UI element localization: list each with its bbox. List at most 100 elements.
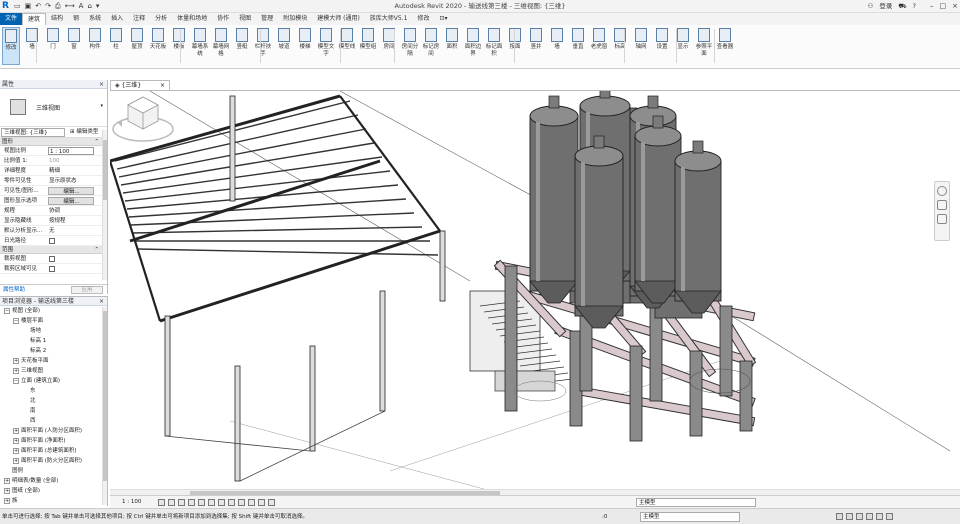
- property-value[interactable]: [48, 265, 94, 273]
- tab-6[interactable]: 注释: [128, 13, 150, 25]
- section-graphics[interactable]: 图形 ⌃: [0, 138, 107, 146]
- chevron-down-icon[interactable]: ▾: [100, 103, 103, 109]
- expand-icon[interactable]: +: [4, 497, 10, 504]
- ribbon-button-30[interactable]: 轴网: [632, 27, 650, 65]
- browser-node[interactable]: + 图纸 (全部): [0, 486, 107, 496]
- zoom-icon[interactable]: [937, 200, 947, 210]
- ribbon-button-3[interactable]: 窗: [65, 27, 83, 65]
- tab-7[interactable]: 分析: [150, 13, 172, 25]
- expand-icon[interactable]: +: [13, 367, 19, 374]
- select-by-face-icon[interactable]: [866, 513, 873, 520]
- ribbon-button-2[interactable]: 门: [44, 27, 62, 65]
- ribbon-button-22[interactable]: 面积边界: [464, 27, 482, 65]
- browser-node[interactable]: + 面积平面 (总建筑面积): [0, 446, 107, 456]
- property-value[interactable]: [48, 255, 94, 263]
- help-icon[interactable]: ?: [913, 0, 916, 13]
- expand-icon[interactable]: +: [13, 457, 19, 464]
- ribbon-button-9[interactable]: 幕墙系统: [191, 27, 209, 65]
- property-value[interactable]: 100: [48, 157, 94, 165]
- ribbon-button-26[interactable]: 墙: [548, 27, 566, 65]
- ribbon-button-19[interactable]: 房间分隔: [401, 27, 419, 65]
- tab-1[interactable]: 建筑: [22, 13, 47, 25]
- filter-icon[interactable]: [886, 513, 893, 520]
- ribbon-button-27[interactable]: 垂直: [569, 27, 587, 65]
- crop-region-icon[interactable]: [218, 499, 225, 506]
- ribbon-button-5[interactable]: 柱: [107, 27, 125, 65]
- visual-style-icon[interactable]: [168, 499, 175, 506]
- select-links-icon[interactable]: [836, 513, 843, 520]
- browser-node[interactable]: 东: [0, 386, 107, 396]
- edit-type-button[interactable]: ⊞ 编辑类型: [70, 127, 98, 138]
- collapse-icon[interactable]: ⌃: [94, 246, 99, 254]
- browser-node[interactable]: + 明细表/数量 (全部): [0, 476, 107, 486]
- ribbon-button-24[interactable]: 按面: [506, 27, 524, 65]
- ribbon-button-29[interactable]: 标高: [611, 27, 629, 65]
- close-icon[interactable]: ×: [99, 297, 104, 306]
- ribbon-button-23[interactable]: 标记面积: [485, 27, 503, 65]
- analysis-display-icon[interactable]: [268, 499, 275, 506]
- shadows-icon[interactable]: [188, 499, 195, 506]
- ribbon-button-33[interactable]: 参照平面: [695, 27, 713, 65]
- expand-icon[interactable]: +: [13, 447, 19, 454]
- browser-node[interactable]: − 楼层平面: [0, 316, 107, 326]
- tab-13[interactable]: 建模大师 (通用): [312, 13, 365, 25]
- tab-11[interactable]: 管理: [256, 13, 278, 25]
- tab-10[interactable]: 视图: [234, 13, 256, 25]
- ribbon-button-1[interactable]: 墙: [23, 27, 41, 65]
- ribbon-button-10[interactable]: 幕墙网格: [212, 27, 230, 65]
- pan-icon[interactable]: [937, 214, 947, 224]
- render-icon[interactable]: [198, 499, 205, 506]
- browser-node[interactable]: − 立面 (建筑立面): [0, 376, 107, 386]
- user-icon[interactable]: ⚇: [868, 0, 874, 13]
- view-instance-dropdown[interactable]: 三维视图: {三维}: [1, 128, 65, 137]
- browser-node[interactable]: 场地: [0, 326, 107, 336]
- browser-node[interactable]: 南: [0, 406, 107, 416]
- minimize-icon[interactable]: –: [930, 0, 934, 13]
- ribbon-button-31[interactable]: 设置: [653, 27, 671, 65]
- worksets-indicator[interactable]: :0: [602, 509, 607, 524]
- property-value[interactable]: 1 : 100: [48, 147, 94, 155]
- collapse-icon[interactable]: −: [4, 307, 10, 314]
- collapse-icon[interactable]: ⌃: [94, 138, 99, 146]
- browser-node[interactable]: + 面积平面 (人防分区面积): [0, 426, 107, 436]
- property-value[interactable]: 精细: [48, 167, 94, 175]
- close-icon[interactable]: ×: [99, 80, 104, 89]
- property-value[interactable]: 编辑...: [48, 197, 94, 205]
- browser-node[interactable]: 标高 1: [0, 336, 107, 346]
- hide-isolate-icon[interactable]: [238, 499, 245, 506]
- section-range[interactable]: 范围 ⌃: [0, 246, 107, 254]
- browser-node[interactable]: 标高 2: [0, 346, 107, 356]
- ribbon-button-13[interactable]: 坡道: [275, 27, 293, 65]
- view-canvas[interactable]: [110, 90, 960, 495]
- scrollbar-thumb[interactable]: [103, 140, 107, 200]
- tab-14[interactable]: 族库大师V5.1: [365, 13, 413, 25]
- tab-9[interactable]: 协作: [212, 13, 234, 25]
- property-value[interactable]: 显示原状态: [48, 177, 94, 185]
- property-value[interactable]: 协调: [48, 207, 94, 215]
- ribbon-button-25[interactable]: 竖井: [527, 27, 545, 65]
- ribbon-button-15[interactable]: 模型文字: [317, 27, 335, 65]
- properties-scrollbar[interactable]: [102, 130, 107, 280]
- expand-icon[interactable]: +: [13, 437, 19, 444]
- ribbon-button-7[interactable]: 天花板: [149, 27, 167, 65]
- view-tab[interactable]: ◈ {三维} ×: [110, 80, 170, 90]
- collapse-icon[interactable]: −: [13, 317, 19, 324]
- expand-icon[interactable]: +: [4, 487, 10, 494]
- cart-icon[interactable]: ⛟: [898, 0, 906, 13]
- property-value[interactable]: [48, 237, 94, 245]
- browser-node[interactable]: 北: [0, 396, 107, 406]
- ribbon-button-14[interactable]: 楼梯: [296, 27, 314, 65]
- browser-node[interactable]: + 三维视图: [0, 366, 107, 376]
- ribbon-button-0[interactable]: 修改: [2, 27, 20, 65]
- model-selector[interactable]: 主模型: [636, 498, 756, 507]
- properties-help-link[interactable]: 属性帮助: [3, 285, 25, 295]
- reveal-hidden-icon[interactable]: [248, 499, 255, 506]
- viewcube-icon[interactable]: [110, 91, 176, 145]
- crop-view-icon[interactable]: [208, 499, 215, 506]
- checkbox[interactable]: [49, 256, 55, 262]
- ribbon-button-6[interactable]: 屋顶: [128, 27, 146, 65]
- sun-path-icon[interactable]: [178, 499, 185, 506]
- expand-icon[interactable]: +: [13, 357, 19, 364]
- tab-4[interactable]: 系统: [84, 13, 106, 25]
- ribbon-button-28[interactable]: 老虎窗: [590, 27, 608, 65]
